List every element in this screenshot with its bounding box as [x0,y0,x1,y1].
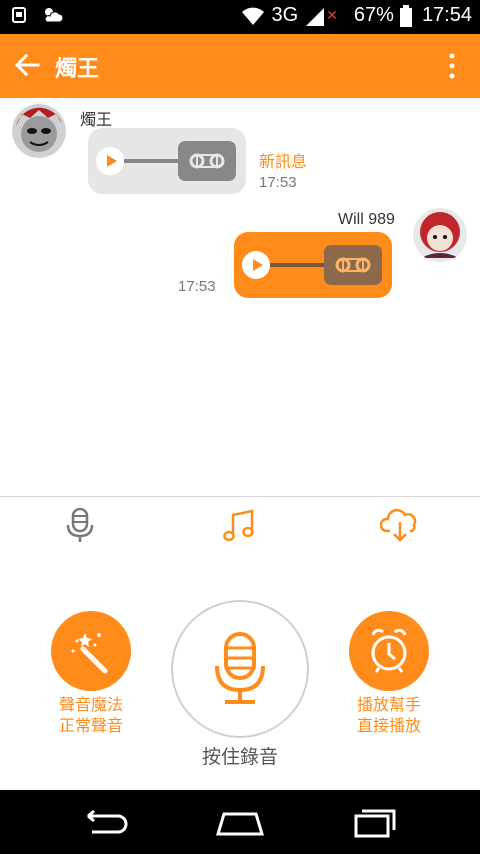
sender-name: Will 989 [338,211,395,228]
back-icon[interactable] [82,808,130,838]
signal-icon [306,7,325,26]
back-arrow-icon[interactable] [12,50,42,80]
avatar[interactable] [413,208,467,262]
message-time: 17:53 [178,278,216,295]
chat-area[interactable]: 燭王 新訊息 17:53 Will 989 17:53 [0,98,480,496]
message-time: 17:53 [259,174,297,191]
home-icon[interactable] [214,808,266,838]
app-bar: 燭王 [0,34,480,98]
network-type: 3G [271,4,299,26]
battery-percent: 67% [353,4,394,26]
recents-icon[interactable] [352,808,396,838]
battery-icon [399,4,412,27]
contact-avatar-icon [12,104,66,158]
record-label: 按住錄音 [201,746,278,768]
user-avatar-icon [413,208,467,262]
more-vert-icon[interactable] [448,52,456,80]
voice-message-bubble[interactable] [234,232,392,298]
music-note-icon[interactable] [220,505,260,545]
alarm-clock-icon [371,628,407,673]
cassette-icon [324,245,382,285]
new-message-label: 新訊息 [259,152,308,171]
chat-title: 燭王 [55,57,100,82]
status-time: 17:54 [421,4,472,26]
navigation-bar [0,790,480,854]
record-button[interactable] [171,600,309,738]
progress-track [124,159,178,163]
status-bar: 3G ✕ 67% 17:54 [0,0,480,34]
microphone-icon [215,632,265,704]
voice-magic-label: 聲音魔法 正常聲音 [58,695,123,735]
usb-icon [12,7,26,23]
sender-name: 燭王 [80,110,113,129]
cassette-icon [178,141,236,181]
play-icon[interactable] [242,251,270,279]
progress-track [270,263,324,267]
avatar[interactable] [12,104,66,158]
cloud-download-icon[interactable] [380,505,420,545]
voice-message-bubble[interactable] [88,128,246,194]
magic-wand-icon [71,633,108,674]
divider [0,496,480,497]
voice-magic-button[interactable] [51,611,131,691]
play-icon[interactable] [96,147,124,175]
playback-helper-label: 播放幫手 直接播放 [356,695,421,735]
playback-helper-button[interactable] [349,611,429,691]
microphone-icon[interactable] [60,505,100,545]
wifi-icon [242,7,265,25]
weather-icon [44,8,64,23]
